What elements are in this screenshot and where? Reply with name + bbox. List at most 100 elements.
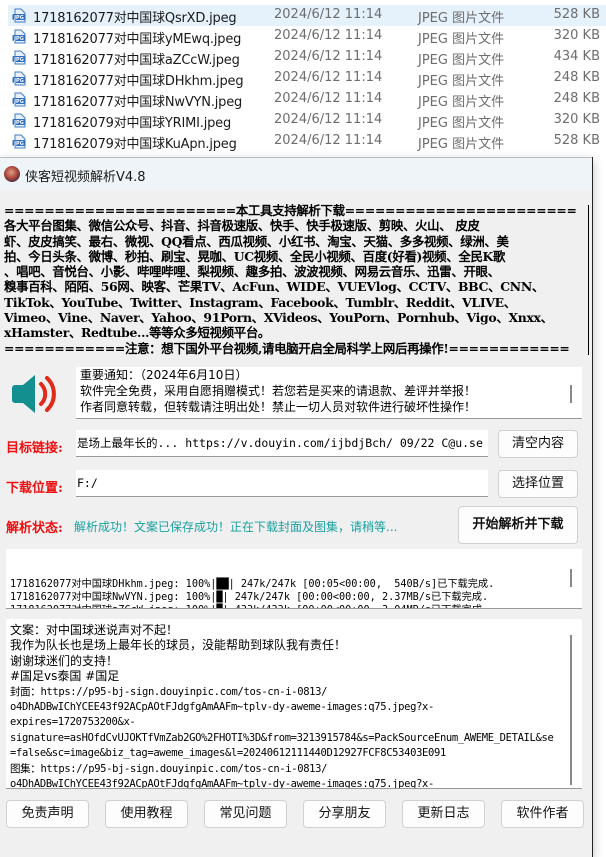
- log-line: 1718162077对中国球DHkhm.jpeg: 100%|██| 247k/…: [10, 579, 495, 590]
- file-date: 2024/6/12 11:14: [274, 7, 383, 22]
- support-line: =======================本工具支持解析下载========…: [4, 203, 577, 218]
- file-date: 2024/6/12 11:14: [274, 91, 383, 106]
- file-date: 2024/6/12 11:14: [274, 133, 383, 148]
- download-location-input[interactable]: F:/: [76, 470, 488, 497]
- changelog-button[interactable]: 更新日志: [402, 800, 485, 828]
- target-link-label: 目标链接:: [6, 441, 63, 456]
- file-row[interactable]: JPG 1718162079对中国球KuApn.jpeg 2024/6/12 11:…: [8, 131, 606, 152]
- faq-button[interactable]: 常见问题: [204, 800, 287, 828]
- download-location-label: 下载位置:: [6, 481, 63, 496]
- file-date: 2024/6/12 11:14: [274, 28, 383, 43]
- parse-status-text: 解析成功！文案已保存成功！正在下载封面及图集，请稍等...: [74, 520, 398, 534]
- file-size: 528 KB: [553, 133, 600, 148]
- svg-text:JPG: JPG: [13, 120, 24, 126]
- file-size: 528 KB: [553, 7, 600, 22]
- title-bar[interactable]: 侠客短视频解析V4.8: [0, 157, 592, 190]
- download-log[interactable]: 1718162077对中国球DHkhm.jpeg: 100%|██| 247k/…: [6, 549, 582, 609]
- log-line: 1718162077对中国球aZCcW.jpeg: 100%|█| 433k/4…: [10, 604, 578, 608]
- notice-textbox[interactable]: 重要通知：（2024年6月10日） 软件完全免费，采用自愿捐赠模式！若您若是买来…: [76, 367, 582, 419]
- caption-line: signature=asHOfdCvUJOKTfVmZab2GO%2FHOTI%…: [10, 731, 554, 744]
- file-explorer-list: JPG 1718162077对中国球QsrXD.jpeg 2024/6/12 11:…: [0, 0, 606, 160]
- file-type: JPEG 图片文件: [418, 137, 505, 152]
- speaker-icon: [12, 375, 56, 413]
- file-name: 1718162077对中国球NwVYN.jpeg: [33, 95, 243, 110]
- notice-line: 作者同意转载，但转载请注明出处！禁止一切人员对软件进行破坏性操作！: [80, 400, 477, 414]
- file-row[interactable]: JPG 1718162077对中国球DHkhm.jpeg 2024/6/12 11:…: [8, 68, 606, 89]
- caption-line: 文案：对中国球迷说声对不起！: [10, 623, 179, 637]
- file-date: 2024/6/12 11:14: [274, 70, 383, 85]
- window-title: 侠客短视频解析V4.8: [25, 170, 146, 185]
- supported-platforms-text: =======================本工具支持解析下载========…: [4, 203, 588, 356]
- share-friends-button[interactable]: 分享朋友: [303, 800, 386, 828]
- file-name: 1718162077对中国球QsrXD.jpeg: [33, 11, 237, 26]
- svg-text:JPG: JPG: [13, 57, 24, 63]
- file-type: JPEG 图片文件: [418, 53, 505, 68]
- jpg-file-icon: JPG: [12, 29, 26, 44]
- svg-text:JPG: JPG: [13, 141, 24, 147]
- jpg-file-icon: JPG: [12, 50, 26, 65]
- file-date: 2024/6/12 11:14: [274, 49, 383, 64]
- file-size: 248 KB: [553, 70, 600, 85]
- file-name: 1718162079对中国球YRIMI.jpeg: [33, 116, 232, 131]
- file-type: JPEG 图片文件: [418, 74, 505, 89]
- file-name: 1718162077对中国球yMEwq.jpeg: [33, 32, 242, 47]
- svg-text:JPG: JPG: [13, 36, 24, 42]
- file-size: 320 KB: [553, 28, 600, 43]
- support-line: TikTok、YouTube、Twitter、Instagram、Faceboo…: [4, 294, 516, 310]
- file-row[interactable]: JPG 1718162079对中国球YRIMI.jpeg 2024/6/12 11:…: [8, 110, 606, 131]
- jpg-file-icon: JPG: [12, 71, 26, 86]
- disclaimer-button[interactable]: 免责声明: [6, 800, 89, 828]
- divider: [588, 205, 589, 355]
- support-line: Vimeo、Vine、Naver、Yahoo、91Porn、XVideos、Yo…: [4, 310, 553, 326]
- clear-content-button[interactable]: 清空内容: [498, 430, 578, 458]
- notice-section: 重要通知：（2024年6月10日） 软件完全免费，采用自愿捐赠模式！若您若是买来…: [0, 357, 592, 423]
- file-size: 248 KB: [553, 91, 600, 106]
- file-row[interactable]: JPG 1718162077对中国球NwVYN.jpeg 2024/6/12 11:…: [8, 89, 606, 110]
- caption-output[interactable]: 文案：对中国球迷说声对不起！ 我作为队长也是场上最年长的球员，没能帮助到球队我有责…: [6, 619, 582, 789]
- target-link-input[interactable]: 是场上最年长的... https://v.douyin.com/ijbdjBch…: [76, 430, 488, 457]
- log-line: 1718162077对中国球NwVYN.jpeg: 100%|█| 247k/2…: [10, 592, 489, 603]
- caption-line: 图集：https://p95-bj-sign.douyinpic.com/tos…: [10, 762, 328, 775]
- parse-status-label: 解析状态:: [6, 521, 63, 536]
- tutorial-button[interactable]: 使用教程: [105, 800, 188, 828]
- app-window: 侠客短视频解析V4.8 =======================本工具支持…: [0, 157, 593, 857]
- caption-line: o4DhADBwIChYCEE43f92ACpAOtFJdgfgAmAAFm~t…: [10, 778, 434, 789]
- jpg-file-icon: JPG: [12, 113, 26, 128]
- file-name: 1718162077对中国球DHkhm.jpeg: [33, 74, 244, 89]
- caption-line: 谢谢球迷们的支持！: [10, 653, 119, 668]
- notice-line: 重要通知：（2024年6月10日）: [80, 368, 248, 382]
- jpg-file-icon: JPG: [12, 8, 26, 23]
- file-date: 2024/6/12 11:14: [274, 112, 383, 127]
- start-parse-download-button[interactable]: 开始解析并下载: [458, 506, 578, 544]
- file-row[interactable]: JPG 1718162077对中国球aZCcW.jpeg 2024/6/12 11:…: [8, 47, 606, 68]
- support-line: 各大平台图集、微信公众号、抖音、抖音极速版、快手、快手极速版、剪映、火山、 皮皮: [4, 218, 480, 234]
- jpg-file-icon: JPG: [12, 134, 26, 149]
- file-row[interactable]: JPG 1718162077对中国球QsrXD.jpeg 2024/6/12 11:…: [8, 5, 606, 26]
- file-name: 1718162077对中国球aZCcW.jpeg: [33, 53, 240, 68]
- scrollbar[interactable]: [570, 569, 572, 587]
- caption-line: #国足vs泰国 #国足: [10, 669, 120, 684]
- app-logo-icon: [4, 166, 20, 182]
- choose-location-button[interactable]: 选择位置: [498, 470, 578, 498]
- caption-line: =false&sc=image&biz_tag=aweme_images&l=2…: [10, 747, 446, 760]
- support-line: 拍、今日头条、微博、秒拍、刷宝、晃咖、UC视频、全民小视频、百度(好看)视频、全…: [4, 248, 506, 264]
- file-name: 1718162079对中国球KuApn.jpeg: [33, 137, 237, 152]
- file-row[interactable]: JPG 1718162077对中国球yMEwq.jpeg 2024/6/12 11:…: [8, 26, 606, 47]
- svg-text:JPG: JPG: [13, 78, 24, 84]
- caption-line: expires=1720753200&x-: [10, 716, 136, 729]
- caption-line: o4DhADBwIChYCEE43f92ACpAOtFJdgfgAmAAFm~t…: [10, 701, 434, 714]
- support-line: ============注意：想下国外平台视频,请电脑开启全局科学上网后再操作!…: [4, 340, 570, 356]
- support-line: 虾、皮皮搞笑、最右、微视、QQ看点、西瓜视频、小红书、淘宝、天猫、多多视频、绿洲…: [4, 233, 509, 249]
- support-line: xHamster、Redtube...等等众多短视频平台。: [4, 325, 271, 341]
- caption-line: 封面：https://p95-bj-sign.douyinpic.com/tos…: [10, 685, 328, 698]
- file-size: 434 KB: [553, 49, 600, 64]
- scrollbar[interactable]: [570, 635, 572, 785]
- file-type: JPEG 图片文件: [418, 32, 505, 47]
- author-button[interactable]: 软件作者: [501, 800, 584, 828]
- scrollbar[interactable]: [570, 385, 572, 403]
- support-line: 、唱吧、音悦台、小影、哔哩哔哩、梨视频、趣多拍、波波视频、网易云音乐、迅雷、开眼…: [4, 264, 500, 280]
- file-type: JPEG 图片文件: [418, 116, 505, 131]
- caption-line: 我作为队长也是场上最年长的球员，没能帮助到球队我有责任！: [10, 638, 347, 653]
- svg-text:JPG: JPG: [13, 99, 24, 105]
- svg-text:JPG: JPG: [13, 15, 24, 21]
